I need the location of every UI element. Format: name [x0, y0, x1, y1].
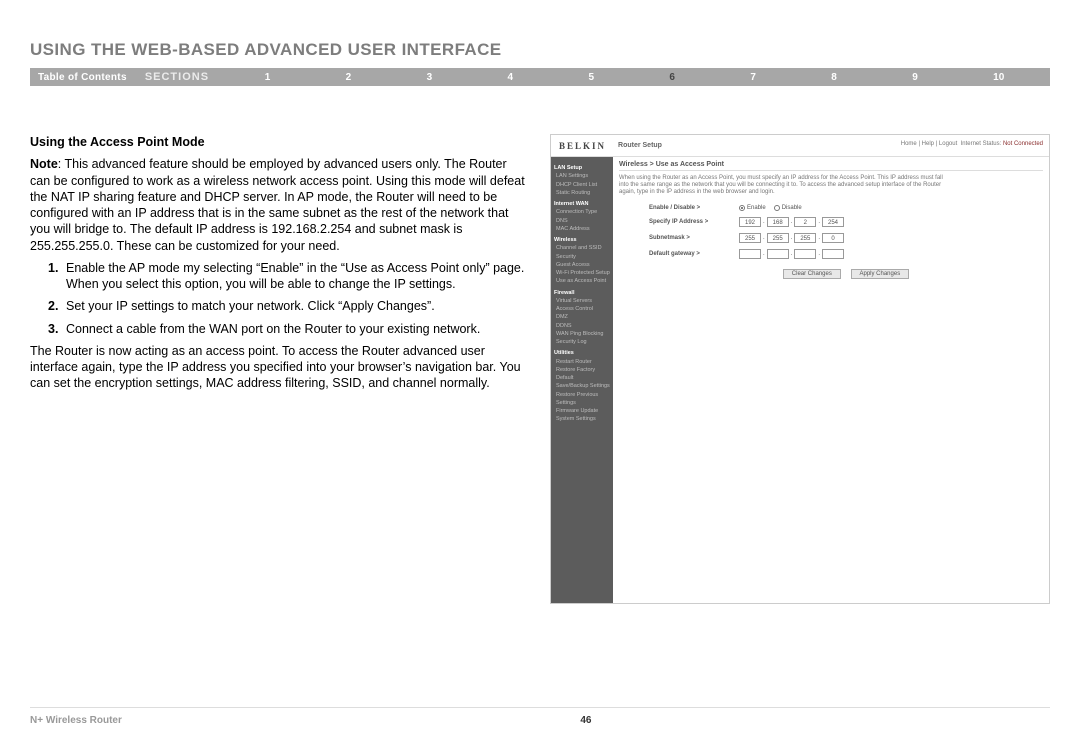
ip-octet-2[interactable]: 168 — [767, 217, 789, 227]
sidebar-item[interactable]: Restore Previous Settings — [554, 391, 610, 408]
note-paragraph: Note: This advanced feature should be em… — [30, 156, 530, 254]
sidebar-item[interactable]: Channel and SSID — [554, 244, 610, 252]
gateway-octet-4[interactable] — [822, 249, 844, 259]
footer-rule — [30, 707, 1050, 708]
step-number: 2. — [48, 298, 66, 314]
step-text: Enable the AP mode my selecting “Enable”… — [66, 260, 530, 293]
ip-octet-4[interactable]: 254 — [822, 217, 844, 227]
list-item: 3.Connect a cable from the WAN port on t… — [48, 321, 530, 337]
sidebar-item[interactable]: Guest Access — [554, 261, 610, 269]
sidebar-item[interactable]: Security — [554, 253, 610, 261]
section-subhead: Using the Access Point Mode — [30, 134, 530, 150]
sidebar-item[interactable]: MAC Address — [554, 225, 610, 233]
sidebar-item[interactable]: Connection Type — [554, 208, 610, 216]
nav-num-4[interactable]: 4 — [508, 72, 514, 83]
step-number: 1. — [48, 260, 66, 293]
sidebar-head-utilities: Utilities — [554, 349, 610, 357]
nav-num-3[interactable]: 3 — [427, 72, 433, 83]
router-screenshot: BELKIN Router Setup Home | Help | Logout… — [550, 134, 1050, 604]
sidebar-item[interactable]: System Settings — [554, 415, 610, 423]
router-setup-title: Router Setup — [618, 142, 662, 149]
page-number: 46 — [580, 715, 591, 726]
nav-num-10[interactable]: 10 — [993, 72, 1004, 83]
nav-num-7[interactable]: 7 — [750, 72, 756, 83]
sidebar-item[interactable]: DMZ — [554, 313, 610, 321]
router-sidebar: LAN Setup LAN Settings DHCP Client List … — [551, 157, 613, 603]
page-footer: N+ Wireless Router 46 — [30, 715, 1050, 726]
radio-icon — [739, 205, 745, 211]
section-nav-bar: Table of Contents SECTIONS 1 2 3 4 5 6 7… — [30, 68, 1050, 86]
sidebar-item[interactable]: Firmware Update — [554, 407, 610, 415]
product-name: N+ Wireless Router — [30, 715, 122, 726]
note-label: Note — [30, 157, 58, 171]
nav-numbers: 1 2 3 4 5 6 7 8 9 10 — [227, 72, 1042, 83]
list-item: 2.Set your IP settings to match your net… — [48, 298, 530, 314]
nav-sections-label: SECTIONS — [145, 71, 227, 83]
gateway-octet-2[interactable] — [767, 249, 789, 259]
subnet-octet-3[interactable]: 255 — [794, 233, 816, 243]
router-top-links: Home | Help | Logout Internet Status: No… — [901, 141, 1043, 147]
step-list: 1.Enable the AP mode my selecting “Enabl… — [30, 260, 530, 337]
nav-toc[interactable]: Table of Contents — [38, 72, 145, 83]
nav-num-8[interactable]: 8 — [831, 72, 837, 83]
breadcrumb: Wireless > Use as Access Point — [619, 161, 1043, 171]
router-intro-text: When using the Router as an Access Point… — [619, 175, 949, 197]
sidebar-item[interactable]: DHCP Client List — [554, 181, 610, 189]
gateway-octet-1[interactable] — [739, 249, 761, 259]
sidebar-item[interactable]: LAN Settings — [554, 172, 610, 180]
gateway-octet-3[interactable] — [794, 249, 816, 259]
sidebar-item[interactable]: DNS — [554, 217, 610, 225]
subnet-octet-2[interactable]: 255 — [767, 233, 789, 243]
sidebar-head-firewall: Firewall — [554, 289, 610, 297]
sidebar-head-wan: Internet WAN — [554, 200, 610, 208]
sidebar-head-lan: LAN Setup — [554, 164, 610, 172]
disable-radio[interactable]: Disable — [774, 205, 802, 211]
radio-icon — [774, 205, 780, 211]
nav-num-9[interactable]: 9 — [912, 72, 918, 83]
enable-disable-label: Enable / Disable > — [649, 205, 739, 211]
sidebar-item[interactable]: WAN Ping Blocking — [554, 330, 610, 338]
belkin-logo: BELKIN — [559, 141, 606, 151]
sidebar-item[interactable]: Static Routing — [554, 189, 610, 197]
sidebar-item[interactable]: Use as Access Point — [554, 277, 610, 285]
subnet-octet-1[interactable]: 255 — [739, 233, 761, 243]
ip-octet-3[interactable]: 2 — [794, 217, 816, 227]
subnet-label: Subnetmask > — [649, 235, 739, 241]
nav-num-5[interactable]: 5 — [588, 72, 594, 83]
sidebar-item[interactable]: Wi-Fi Protected Setup — [554, 269, 610, 277]
body-text-column: Using the Access Point Mode Note: This a… — [30, 134, 530, 604]
nav-num-1[interactable]: 1 — [265, 72, 271, 83]
ip-octet-1[interactable]: 192 — [739, 217, 761, 227]
clear-changes-button[interactable]: Clear Changes — [783, 269, 841, 279]
subnet-octet-4[interactable]: 0 — [822, 233, 844, 243]
top-links[interactable]: Home | Help | Logout — [901, 141, 957, 147]
sidebar-item[interactable]: Security Log — [554, 338, 610, 346]
step-text: Set your IP settings to match your netwo… — [66, 298, 530, 314]
gateway-label: Default gateway > — [649, 251, 739, 257]
sidebar-item[interactable]: Access Control — [554, 305, 610, 313]
sidebar-item[interactable]: DDNS — [554, 322, 610, 330]
sidebar-item[interactable]: Restore Factory Default — [554, 366, 610, 383]
chapter-title: USING THE WEB-BASED ADVANCED USER INTERF… — [30, 40, 1050, 60]
enable-radio[interactable]: Enable — [739, 205, 766, 211]
status-value: Not Connected — [1003, 141, 1043, 147]
router-form: Enable / Disable > Enable Disable Specif… — [649, 205, 1043, 279]
nav-num-6[interactable]: 6 — [669, 72, 675, 83]
status-label: Internet Status: — [961, 141, 1002, 147]
closing-paragraph: The Router is now acting as an access po… — [30, 343, 530, 392]
sidebar-head-wireless: Wireless — [554, 236, 610, 244]
sidebar-item[interactable]: Virtual Servers — [554, 297, 610, 305]
step-number: 3. — [48, 321, 66, 337]
list-item: 1.Enable the AP mode my selecting “Enabl… — [48, 260, 530, 293]
step-text: Connect a cable from the WAN port on the… — [66, 321, 530, 337]
nav-num-2[interactable]: 2 — [346, 72, 352, 83]
sidebar-item[interactable]: Restart Router — [554, 358, 610, 366]
note-body: : This advanced feature should be employ… — [30, 157, 525, 252]
ip-address-label: Specify IP Address > — [649, 219, 739, 225]
apply-changes-button[interactable]: Apply Changes — [851, 269, 910, 279]
sidebar-item[interactable]: Save/Backup Settings — [554, 382, 610, 390]
